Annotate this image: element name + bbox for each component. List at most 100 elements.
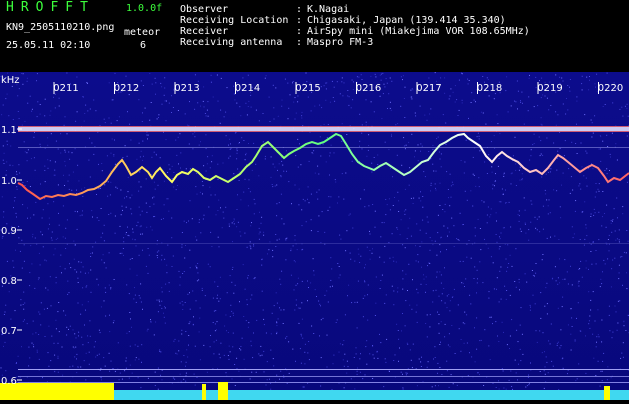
noise-dot [96, 279, 97, 280]
noise-dot [108, 214, 109, 215]
noise-dot [370, 76, 371, 77]
noise-dot [366, 364, 367, 365]
noise-dot [271, 333, 272, 334]
noise-dot [97, 355, 98, 356]
noise-dot [408, 264, 409, 265]
noise-dot [266, 385, 267, 386]
noise-dot [609, 250, 610, 251]
noise-dot [44, 260, 45, 261]
noise-dot [107, 196, 108, 197]
noise-dot [95, 110, 96, 111]
noise-dot [430, 250, 431, 251]
noise-dot [393, 291, 394, 292]
noise-dot [6, 223, 7, 224]
noise-dot [354, 302, 355, 303]
noise-dot [435, 183, 436, 184]
noise-dot [239, 348, 240, 349]
noise-dot [410, 349, 411, 350]
noise-dot [3, 145, 4, 146]
noise-dot [520, 360, 521, 361]
noise-dot [446, 171, 447, 172]
noise-dot [110, 213, 111, 214]
noise-dot [288, 341, 289, 342]
noise-dot [150, 319, 151, 320]
noise-dot [178, 163, 179, 164]
noise-dot [416, 312, 417, 313]
noise-dot [146, 227, 147, 228]
noise-dot [76, 337, 77, 338]
noise-dot [622, 206, 623, 207]
noise-dot [182, 244, 183, 245]
noise-dot [240, 199, 241, 200]
noise-dot [306, 81, 307, 82]
noise-dot [53, 201, 54, 202]
noise-dot [303, 387, 304, 388]
noise-dot [306, 221, 307, 222]
noise-dot [449, 98, 450, 99]
noise-dot [269, 241, 270, 242]
noise-dot [178, 350, 179, 351]
noise-dot [606, 205, 607, 206]
noise-dot [560, 217, 561, 218]
noise-dot [119, 379, 120, 380]
noise-dot [92, 253, 93, 254]
noise-dot [121, 253, 122, 254]
noise-dot [385, 199, 386, 200]
noise-dot [589, 328, 590, 329]
noise-dot [595, 321, 596, 322]
noise-dot [620, 358, 621, 359]
noise-dot [343, 340, 344, 341]
noise-dot [213, 322, 214, 323]
noise-dot [21, 73, 22, 74]
noise-dot [217, 286, 218, 287]
noise-dot [129, 293, 130, 294]
noise-dot [89, 352, 90, 353]
noise-dot [297, 96, 298, 97]
noise-dot [479, 186, 480, 187]
noise-dot [602, 380, 603, 381]
noise-dot [39, 253, 40, 254]
noise-dot [391, 110, 392, 111]
noise-dot [550, 237, 551, 238]
noise-dot [84, 325, 85, 326]
noise-dot [601, 341, 602, 342]
noise-dot [626, 230, 627, 231]
noise-dot [331, 268, 332, 269]
noise-dot [288, 181, 289, 182]
noise-dot [142, 121, 143, 122]
noise-dot [227, 292, 228, 293]
noise-dot [21, 346, 22, 347]
noise-dot [507, 244, 508, 245]
noise-dot [153, 216, 154, 217]
noise-dot [539, 216, 540, 217]
noise-dot [40, 104, 41, 105]
noise-dot [605, 263, 606, 264]
noise-dot [397, 287, 398, 288]
noise-dot [162, 291, 163, 292]
noise-dot [383, 93, 384, 94]
noise-dot [522, 103, 523, 104]
noise-dot [233, 333, 234, 334]
noise-dot [617, 238, 618, 239]
noise-dot [474, 100, 475, 101]
noise-dot [420, 191, 421, 192]
noise-dot [320, 305, 321, 306]
noise-dot [560, 206, 561, 207]
noise-dot [398, 200, 399, 201]
noise-dot [318, 215, 319, 216]
noise-dot [405, 209, 406, 210]
noise-dot [164, 306, 165, 307]
noise-dot [345, 250, 346, 251]
time-tick-label: 0219 [537, 83, 562, 94]
noise-dot [175, 339, 176, 340]
noise-dot [604, 170, 605, 171]
noise-dot [282, 100, 283, 101]
noise-dot [403, 75, 404, 76]
noise-dot [121, 214, 122, 215]
noise-dot [93, 154, 94, 155]
noise-dot [262, 291, 263, 292]
noise-dot [245, 154, 246, 155]
noise-dot [346, 134, 347, 135]
noise-dot [203, 86, 204, 87]
noise-dot [578, 269, 579, 270]
